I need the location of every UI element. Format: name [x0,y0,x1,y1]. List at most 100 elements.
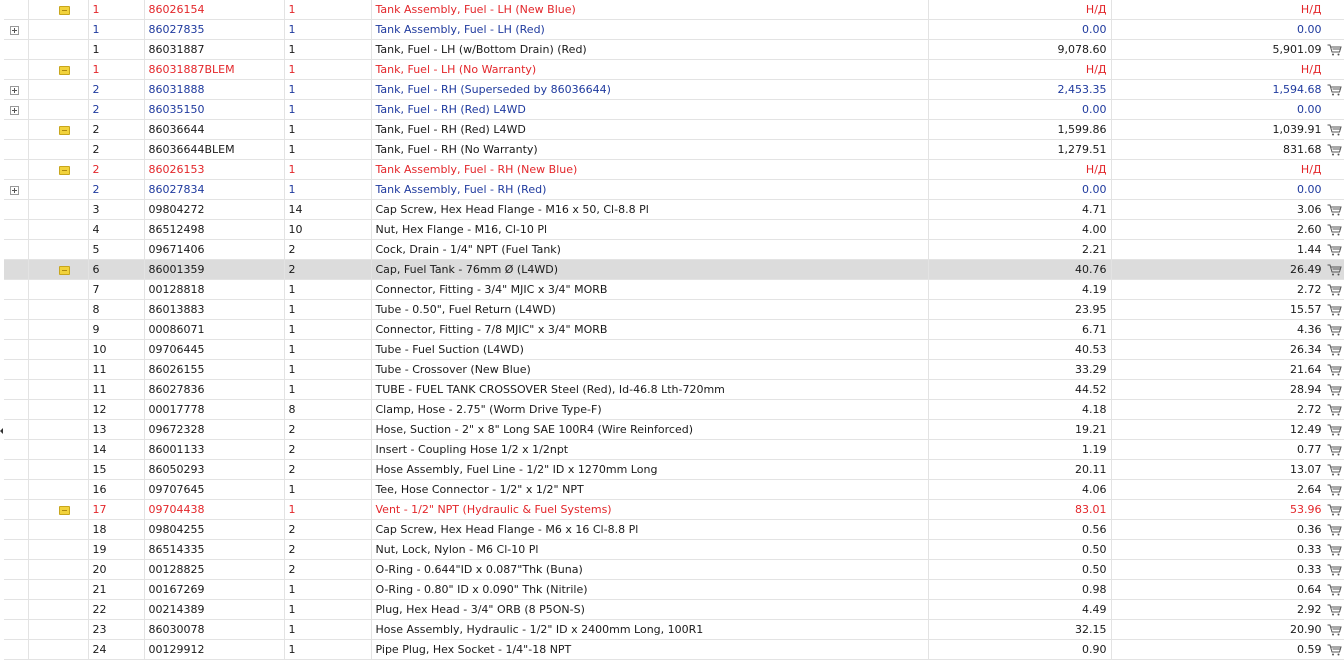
add-to-cart-icon[interactable] [1327,324,1342,336]
cell-part-number[interactable]: 86027834 [144,179,285,200]
cell-part-number[interactable]: 86026154 [144,0,285,20]
cell-part-number[interactable]: 86512498 [144,219,285,240]
cell-expand[interactable] [4,99,29,120]
add-to-cart-icon[interactable] [1327,604,1342,616]
table-row[interactable]: 15 86050293 2 Hose Assembly, Fuel Line - 1/… [4,459,1344,480]
cell-description[interactable]: Tube - 0.50", Fuel Return (L4WD) [371,299,929,320]
cell-description[interactable]: Tee, Hose Connector - 1/2" x 1/2" NPT [371,479,929,500]
table-row[interactable]: 2 86031888 1 Tank, Fuel - RH (Superseded by… [4,79,1344,100]
cell-expand[interactable] [4,19,29,40]
resize-handle[interactable] [0,428,3,434]
cell-description[interactable]: O-Ring - 0.644"ID x 0.087"Thk (Buna) [371,559,929,580]
cell-description[interactable]: Tank Assembly, Fuel - LH (New Blue) [371,0,929,20]
cell-part-number[interactable]: 86031887 [144,39,285,60]
cell-description[interactable]: Tank, Fuel - RH (Red) L4WD [371,99,929,120]
cell-part-number[interactable]: 86050293 [144,459,285,480]
note-icon[interactable] [58,125,70,135]
table-row[interactable]: 8 86013883 1 Tube - 0.50", Fuel Return (L4W… [4,299,1344,320]
table-row[interactable]: 3 09804272 14 Cap Screw, Hex Head Flange - … [4,199,1344,220]
table-row[interactable]: 2 86036644 1 Tank, Fuel - RH (Red) L4WD 1,59… [4,119,1344,140]
cell-part-number[interactable]: 86026153 [144,159,285,180]
cell-part-number[interactable]: 09706445 [144,339,285,360]
table-row[interactable]: 23 86030078 1 Hose Assembly, Hydraulic - 1/… [4,619,1344,640]
cell-description[interactable]: Cap Screw, Hex Head Flange - M6 x 16 Cl-… [371,519,929,540]
cell-part-number[interactable]: 00128825 [144,559,285,580]
cell-part-number[interactable]: 86031887BLEM [144,59,285,80]
cell-part-number[interactable]: 09804272 [144,199,285,220]
cell-part-number[interactable]: 00214389 [144,599,285,620]
add-to-cart-icon[interactable] [1327,364,1342,376]
cell-description[interactable]: Clamp, Hose - 2.75" (Worm Drive Type-F) [371,399,929,420]
cell-part-number[interactable]: 00086071 [144,319,285,340]
cell-part-number[interactable]: 86026155 [144,359,285,380]
cell-expand[interactable] [4,179,29,200]
add-to-cart-icon[interactable] [1327,84,1342,96]
cell-description[interactable]: Plug, Hex Head - 3/4" ORB (8 P5ON-S) [371,599,929,620]
table-row[interactable]: 2 86026153 1 Tank Assembly, Fuel - RH (New … [4,159,1344,180]
table-row[interactable]: 19 86514335 2 Nut, Lock, Nylon - M6 Cl-10 P… [4,539,1344,560]
expand-plus-icon[interactable] [10,185,19,195]
cell-part-number[interactable]: 00129912 [144,639,285,660]
cell-part-number[interactable]: 86013883 [144,299,285,320]
cell-description[interactable]: Tank Assembly, Fuel - LH (Red) [371,19,929,40]
cell-part-number[interactable]: 86036644 [144,119,285,140]
add-to-cart-icon[interactable] [1327,304,1342,316]
expand-plus-icon[interactable] [10,105,19,115]
add-to-cart-icon[interactable] [1327,624,1342,636]
cell-description[interactable]: Nut, Hex Flange - M16, Cl-10 Pl [371,219,929,240]
cell-part-number[interactable]: 09804255 [144,519,285,540]
table-row[interactable]: 24 00129912 1 Pipe Plug, Hex Socket - 1/4"-… [4,639,1344,660]
table-row[interactable]: 1 86027835 1 Tank Assembly, Fuel - LH (Red)… [4,19,1344,40]
cell-part-number[interactable]: 09672328 [144,419,285,440]
table-row[interactable]: 7 00128818 1 Connector, Fitting - 3/4" MJIC… [4,279,1344,300]
cell-note[interactable] [28,119,89,140]
note-icon[interactable] [58,5,70,15]
add-to-cart-icon[interactable] [1327,144,1342,156]
cell-part-number[interactable]: 86001133 [144,439,285,460]
table-row[interactable]: 6 86001359 2 Cap, Fuel Tank - 76mm Ø (L4WD)… [4,259,1344,280]
table-row[interactable]: 2 86036644BLEM 1 Tank, Fuel - RH (No Warran… [4,139,1344,160]
table-row[interactable]: 4 86512498 10 Nut, Hex Flange - M16, Cl-10 … [4,219,1344,240]
cell-part-number[interactable]: 86035150 [144,99,285,120]
add-to-cart-icon[interactable] [1327,244,1342,256]
note-icon[interactable] [58,505,70,515]
table-row[interactable]: 13 09672328 2 Hose, Suction - 2" x 8" Long … [4,419,1344,440]
cell-note[interactable] [28,499,89,520]
table-row[interactable]: 1 86026154 1 Tank Assembly, Fuel - LH (New … [4,0,1344,20]
cell-description[interactable]: Hose Assembly, Fuel Line - 1/2" ID x 127… [371,459,929,480]
table-row[interactable]: 10 09706445 1 Tube - Fuel Suction (L4WD) 40.… [4,339,1344,360]
cell-description[interactable]: Tank Assembly, Fuel - RH (Red) [371,179,929,200]
cell-part-number[interactable]: 00128818 [144,279,285,300]
cell-part-number[interactable]: 86036644BLEM [144,139,285,160]
add-to-cart-icon[interactable] [1327,644,1342,656]
add-to-cart-icon[interactable] [1327,544,1342,556]
cell-description[interactable]: Nut, Lock, Nylon - M6 Cl-10 Pl [371,539,929,560]
table-row[interactable]: 20 00128825 2 O-Ring - 0.644"ID x 0.087"Thk… [4,559,1344,580]
cell-part-number[interactable]: 86031888 [144,79,285,100]
table-row[interactable]: 2 86035150 1 Tank, Fuel - RH (Red) L4WD 0.00… [4,99,1344,120]
cell-description[interactable]: Pipe Plug, Hex Socket - 1/4"-18 NPT [371,639,929,660]
cell-part-number[interactable]: 86001359 [144,259,285,280]
table-row[interactable]: 12 00017778 8 Clamp, Hose - 2.75" (Worm Dri… [4,399,1344,420]
cell-part-number[interactable]: 86027836 [144,379,285,400]
add-to-cart-icon[interactable] [1327,44,1342,56]
add-to-cart-icon[interactable] [1327,284,1342,296]
cell-part-number[interactable]: 86514335 [144,539,285,560]
cell-part-number[interactable]: 09671406 [144,239,285,260]
cell-note[interactable] [28,159,89,180]
table-row[interactable]: 21 00167269 1 O-Ring - 0.80" ID x 0.090" Th… [4,579,1344,600]
add-to-cart-icon[interactable] [1327,124,1342,136]
cell-note[interactable] [28,59,89,80]
cell-description[interactable]: Cap, Fuel Tank - 76mm Ø (L4WD) [371,259,929,280]
cell-part-number[interactable]: 00167269 [144,579,285,600]
cell-description[interactable]: Connector, Fitting - 7/8 MJIC" x 3/4" MO… [371,319,929,340]
cell-part-number[interactable]: 09707645 [144,479,285,500]
add-to-cart-icon[interactable] [1327,464,1342,476]
add-to-cart-icon[interactable] [1327,264,1342,276]
table-row[interactable]: 11 86026155 1 Tube - Crossover (New Blue) 33… [4,359,1344,380]
add-to-cart-icon[interactable] [1327,444,1342,456]
table-row[interactable]: 14 86001133 2 Insert - Coupling Hose 1/2 x … [4,439,1344,460]
cell-note[interactable] [28,0,89,20]
cell-description[interactable]: TUBE - FUEL TANK CROSSOVER Steel (Red), … [371,379,929,400]
cell-description[interactable]: Insert - Coupling Hose 1/2 x 1/2npt [371,439,929,460]
